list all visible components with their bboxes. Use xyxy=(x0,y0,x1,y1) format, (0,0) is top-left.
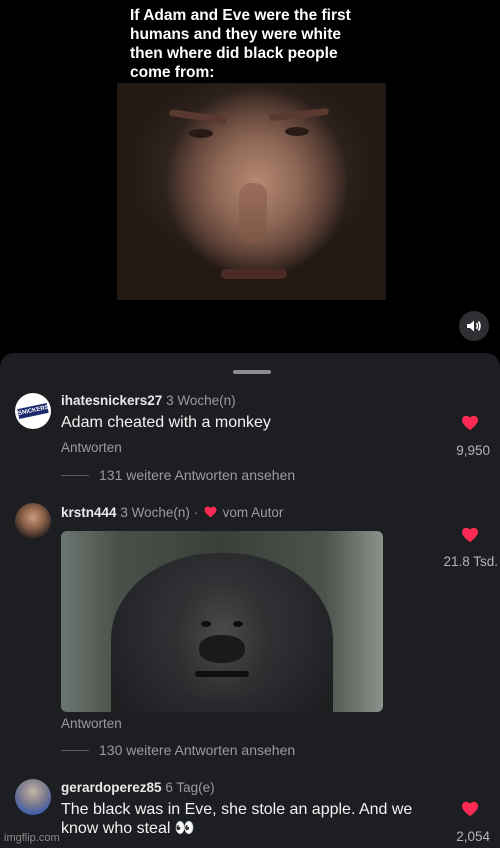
comment-text: The black was in Eve, she stole an apple… xyxy=(61,801,413,837)
speaker-icon[interactable] xyxy=(459,311,489,341)
heart-icon[interactable] xyxy=(461,415,479,431)
comment-username[interactable]: ihatesnickers27 3 Woche(n) xyxy=(61,393,236,408)
heart-icon[interactable] xyxy=(461,527,479,543)
comment-timestamp: 3 Woche(n) · xyxy=(120,505,199,520)
like-count: 9,950 xyxy=(456,443,490,458)
comment-image-gorilla[interactable] xyxy=(61,531,383,712)
avatar[interactable]: SNICKERS xyxy=(15,393,51,429)
like-count: 21.8 Tsd. xyxy=(443,554,498,569)
reply-button[interactable]: Antworten xyxy=(61,716,122,731)
avatar[interactable] xyxy=(15,503,51,539)
comment-timestamp: 6 Tag(e) xyxy=(165,780,215,795)
avatar-logo: SNICKERS xyxy=(17,402,50,420)
sheet-drag-handle[interactable] xyxy=(233,370,271,374)
video-caption: If Adam and Eve were the first humans an… xyxy=(130,7,351,81)
comment-timestamp: 3 Woche(n) xyxy=(166,393,236,408)
comments-sheet: SNICKERS ihatesnickers27 3 Woche(n) Adam… xyxy=(0,353,500,848)
view-more-replies[interactable]: 130 weitere Antworten ansehen xyxy=(61,742,295,758)
comment-username[interactable]: gerardoperez85 6 Tag(e) xyxy=(61,780,215,795)
author-liked-badge: vom Autor xyxy=(222,505,284,520)
reply-button[interactable]: Antworten xyxy=(61,440,122,455)
heart-icon[interactable] xyxy=(461,801,479,817)
author-heart-icon xyxy=(204,506,217,518)
video-player[interactable]: If Adam and Eve were the first humans an… xyxy=(0,0,500,352)
video-frame-man xyxy=(117,83,386,300)
watermark: imgflip.com xyxy=(4,832,60,844)
like-count: 2,054 xyxy=(456,829,490,844)
avatar[interactable] xyxy=(15,779,51,815)
comment-text: Adam cheated with a monkey xyxy=(61,414,271,431)
comment-username[interactable]: krstn444 3 Woche(n) · vom Autor xyxy=(61,505,283,520)
view-more-replies[interactable]: 131 weitere Antworten ansehen xyxy=(61,467,295,483)
